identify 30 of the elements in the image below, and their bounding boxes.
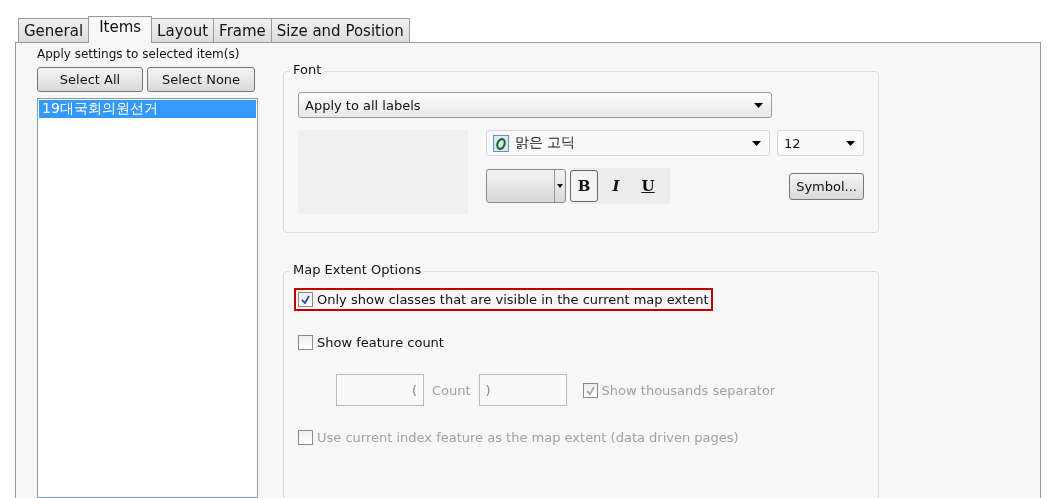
font-file-icon (493, 134, 509, 152)
suffix-field[interactable]: ) (478, 374, 567, 406)
checkbox[interactable] (298, 292, 313, 307)
tab[interactable]: Frame (213, 18, 272, 42)
apply-dropdown[interactable]: Apply to all labels (298, 92, 772, 118)
caret-icon (754, 102, 763, 108)
count-label: Count (432, 382, 471, 398)
tab[interactable]: Items (88, 16, 153, 43)
color-dropdown[interactable] (486, 169, 566, 203)
caret-icon (752, 140, 761, 146)
select-button[interactable]: Select None (147, 67, 255, 92)
apply-label: Apply settings to selected item(s) (37, 47, 241, 61)
tab[interactable]: General (18, 18, 90, 42)
select-button[interactable]: Select All (37, 67, 143, 92)
caret-icon (557, 184, 563, 188)
size-dropdown[interactable]: 12 (777, 130, 864, 156)
caret-icon (846, 140, 855, 146)
checkbox[interactable] (298, 335, 313, 350)
group-title: Map Extent Options (290, 262, 425, 277)
prefix-field[interactable]: ( (336, 374, 424, 406)
tab[interactable]: Layout (151, 18, 215, 42)
group-title: Font (290, 62, 325, 77)
checkbox-option[interactable]: Only show classes that are visible in the current map extent (294, 288, 713, 311)
font-dropdown[interactable]: 맑은 고딕 (486, 130, 770, 156)
style-button[interactable]: U (634, 170, 662, 202)
symbol-button[interactable]: Symbol... (789, 172, 864, 200)
tab[interactable]: Size and Position (270, 18, 410, 42)
style-button[interactable]: I (602, 170, 630, 202)
checkbox-option[interactable]: Show feature count (294, 331, 448, 354)
style-button[interactable]: B (570, 170, 598, 202)
